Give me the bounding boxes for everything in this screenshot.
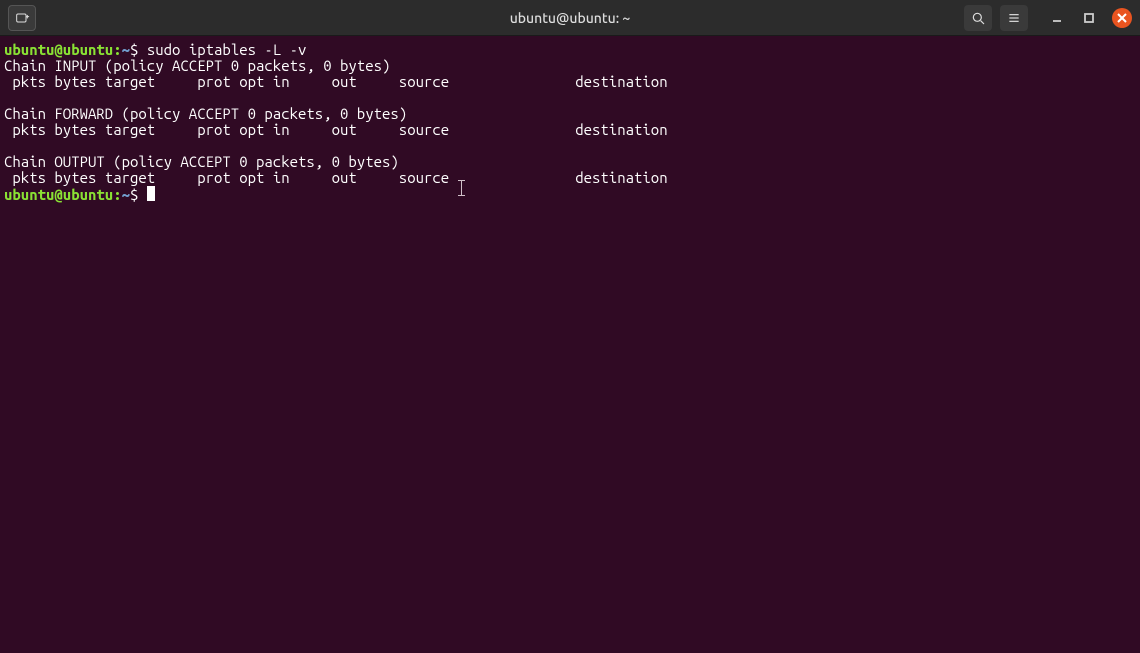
maximize-icon [1083, 12, 1095, 24]
terminal-content[interactable]: ubuntu@ubuntu:~$ sudo iptables -L -v Cha… [0, 36, 1140, 653]
hamburger-icon [1006, 10, 1022, 26]
close-button[interactable] [1112, 8, 1132, 28]
maximize-button[interactable] [1080, 9, 1098, 27]
titlebar-right [964, 5, 1132, 31]
columns-header: pkts bytes target prot opt in out source… [4, 73, 668, 90]
chain-forward-header: Chain FORWARD (policy ACCEPT 0 packets, … [4, 105, 407, 122]
columns-header: pkts bytes target prot opt in out source… [4, 169, 668, 186]
search-button[interactable] [964, 5, 992, 31]
close-icon [1117, 13, 1127, 23]
search-icon [970, 10, 986, 26]
prompt-user-host: ubuntu@ubuntu [4, 41, 113, 58]
new-tab-button[interactable] [8, 5, 36, 31]
titlebar-left [8, 5, 36, 31]
prompt-symbol: $ [130, 186, 138, 203]
prompt-path: ~ [122, 41, 130, 58]
minimize-icon [1051, 12, 1063, 24]
prompt-separator: : [113, 186, 121, 203]
window-controls [1048, 8, 1132, 28]
prompt-separator: : [113, 41, 121, 58]
new-tab-icon [14, 10, 30, 26]
prompt-path: ~ [122, 186, 130, 203]
terminal-cursor [147, 186, 155, 201]
titlebar: ubuntu@ubuntu: ~ [0, 0, 1140, 36]
chain-output-header: Chain OUTPUT (policy ACCEPT 0 packets, 0… [4, 153, 399, 170]
window-title: ubuntu@ubuntu: ~ [510, 10, 631, 26]
chain-input-header: Chain INPUT (policy ACCEPT 0 packets, 0 … [4, 57, 390, 74]
menu-button[interactable] [1000, 5, 1028, 31]
columns-header: pkts bytes target prot opt in out source… [4, 121, 668, 138]
prompt-user-host: ubuntu@ubuntu [4, 186, 113, 203]
terminal-window: ubuntu@ubuntu: ~ [0, 0, 1140, 653]
minimize-button[interactable] [1048, 9, 1066, 27]
command-text: sudo iptables -L -v [147, 41, 307, 58]
